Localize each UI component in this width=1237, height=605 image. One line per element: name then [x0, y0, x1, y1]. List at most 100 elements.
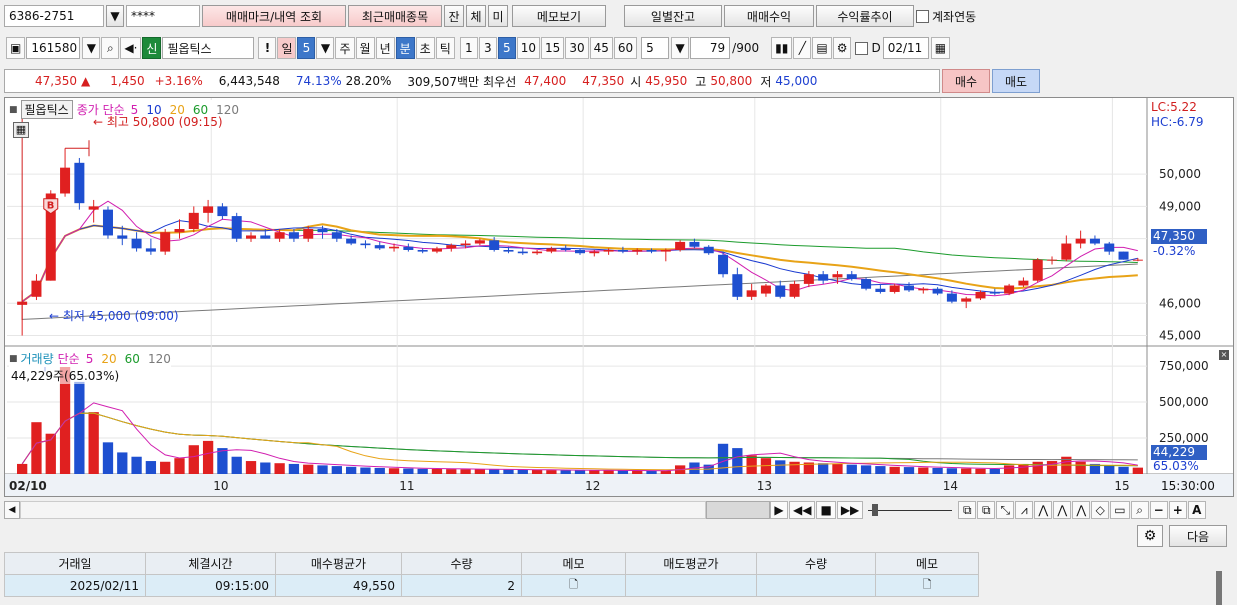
fast-forward-icon[interactable]: ▶▶ — [836, 501, 864, 519]
stock-code-input[interactable]: 161580 — [26, 37, 81, 59]
layout-icon[interactable]: ▣ — [6, 37, 26, 59]
tool-icon-1[interactable]: ⧉ — [958, 501, 977, 519]
tool-icon-3[interactable]: ⤡ — [996, 501, 1015, 519]
period-day-button[interactable]: 일 — [277, 37, 297, 59]
candle-body — [889, 285, 900, 292]
candle-type-icon[interactable]: ▮▮ — [771, 37, 793, 59]
play-icon[interactable]: ▶ — [770, 501, 788, 519]
volume-badge-pct: 65.03% — [1153, 459, 1199, 473]
price-ma-line — [21, 220, 1138, 303]
scroll-thumb[interactable] — [706, 501, 770, 519]
volume-bar — [517, 469, 528, 474]
count-input[interactable]: 79 — [690, 37, 731, 59]
code-dropdown[interactable]: ▼ — [82, 37, 101, 59]
memo-page-icon[interactable]: 🗋 — [923, 578, 932, 591]
trade-mark-button[interactable]: 매매마크/내역 조회 — [202, 5, 346, 27]
tool-icon-6[interactable]: ⋀ — [1053, 501, 1072, 519]
search-tool-icon[interactable]: ⌕ — [1130, 501, 1149, 519]
candle-body — [1004, 285, 1015, 294]
return-trend-button[interactable]: 수익률추이 — [816, 5, 914, 27]
period-month[interactable]: 월 — [355, 37, 375, 59]
zoom-out-icon[interactable]: − — [1149, 501, 1168, 519]
period-dropdown[interactable]: ▼ — [316, 37, 335, 59]
minute-3[interactable]: 3 — [478, 37, 497, 59]
candle-body — [961, 298, 972, 302]
password-input[interactable]: **** — [126, 5, 200, 27]
candle-body — [31, 280, 42, 297]
line-tool-icon[interactable]: ╱ — [793, 37, 812, 59]
scroll-track[interactable] — [20, 501, 706, 519]
tool-icon-8[interactable]: ◇ — [1091, 501, 1110, 519]
minute-5[interactable]: 5 — [497, 37, 516, 59]
tool-icon-2[interactable]: ⧉ — [977, 501, 996, 519]
search-icon[interactable]: ⌕ — [101, 37, 120, 59]
minute-45[interactable]: 45 — [589, 37, 613, 59]
period-value[interactable]: 5 — [297, 37, 316, 59]
minute-15[interactable]: 15 — [541, 37, 565, 59]
scroll-left-button[interactable]: ◀ — [4, 501, 20, 519]
account-link-checkbox[interactable] — [916, 9, 929, 23]
cell-sell-memo[interactable]: 🗋 — [875, 574, 979, 597]
next-button[interactable]: 다음 — [1169, 525, 1227, 547]
account-dropdown[interactable]: ▼ — [106, 5, 124, 27]
interval-select[interactable]: 5 — [641, 37, 670, 59]
recent-items-button[interactable]: 최근매매종목 — [348, 5, 442, 27]
minute-30[interactable]: 30 — [565, 37, 589, 59]
mi-button[interactable]: 미 — [488, 5, 508, 27]
tool-icon-9[interactable]: ▭ — [1110, 501, 1130, 519]
interval-dropdown[interactable]: ▼ — [671, 37, 690, 59]
jan-button[interactable]: 잔 — [444, 5, 464, 27]
col-sell-avg: 매도평균가 — [625, 552, 757, 575]
bottom-scrollbar[interactable] — [1216, 571, 1222, 605]
daily-balance-button[interactable]: 일별잔고 — [624, 5, 722, 27]
period-year[interactable]: 년 — [375, 37, 395, 59]
volume-bar — [131, 456, 142, 474]
tool-icon-5[interactable]: ⋀ — [1034, 501, 1053, 519]
calendar-icon[interactable]: ▦ — [930, 37, 951, 59]
buy-button[interactable]: 매수 — [942, 69, 990, 93]
zoom-in-icon[interactable]: + — [1168, 501, 1187, 519]
trade-profit-button[interactable]: 매매수익 — [724, 5, 814, 27]
memo-add-icon[interactable]: 🗋 — [569, 578, 578, 591]
tool-icon-7[interactable]: ⋀ — [1072, 501, 1091, 519]
period-second[interactable]: 초 — [415, 37, 435, 59]
memo-view-button[interactable]: 메모보기 — [512, 5, 606, 27]
candle-body — [818, 274, 829, 281]
che-button[interactable]: 체 — [466, 5, 486, 27]
sell-button[interactable]: 매도 — [992, 69, 1040, 93]
period-tick[interactable]: 틱 — [435, 37, 455, 59]
save-icon[interactable]: ▤ — [812, 37, 832, 59]
volume-bar — [217, 448, 228, 474]
zoom-fit-icon[interactable]: A — [1187, 501, 1206, 519]
volume-bar — [717, 443, 729, 474]
rewind-icon[interactable]: ◀◀ — [789, 501, 816, 519]
stop-icon[interactable]: ■ — [816, 501, 836, 519]
cell-buy-memo[interactable]: 🗋 — [521, 574, 626, 597]
tool-icon-4[interactable]: ⩘ — [1015, 501, 1034, 519]
volume-bar — [961, 468, 972, 474]
candle-body — [346, 238, 357, 244]
d-checkbox[interactable] — [855, 41, 869, 55]
minute-1[interactable]: 1 — [459, 37, 478, 59]
date-input[interactable]: 02/11 — [882, 37, 929, 59]
alert-icon[interactable]: ! — [258, 37, 277, 59]
chart-scroll-row: ◀ ▶ ◀◀ ■ ▶▶ ⧉ ⧉ ⤡ ⩘ ⋀ ⋀ ⋀ ◇ ▭ ⌕ − + A — [0, 499, 1237, 521]
zoom-slider[interactable] — [868, 501, 953, 519]
bottom-settings-button[interactable]: ⚙ — [1137, 525, 1163, 547]
volume-bar — [889, 466, 900, 474]
minute-60[interactable]: 60 — [613, 37, 638, 59]
chart-area[interactable]: B 50,00049,00048,00046,00045,000750,0005… — [4, 97, 1234, 497]
cell-sell-qty — [756, 574, 876, 597]
candle-body — [1089, 238, 1100, 244]
period-minute[interactable]: 분 — [395, 37, 415, 59]
up-arrow-icon: ▲ — [81, 74, 91, 88]
account-input[interactable]: 6386-2751 — [4, 5, 104, 27]
period-week[interactable]: 주 — [335, 37, 355, 59]
grid-toggle-icon[interactable]: ▦ — [13, 122, 29, 138]
minute-10[interactable]: 10 — [516, 37, 541, 59]
sound-icon[interactable]: ◀· — [120, 37, 142, 59]
settings-gear-icon[interactable]: ⚙ — [832, 37, 852, 59]
volume-panel-close-icon[interactable]: × — [1219, 350, 1229, 360]
table-row[interactable]: 2025/02/11 09:15:00 49,550 2 🗋 🗋 — [4, 574, 979, 597]
chart-svg[interactable]: B 50,00049,00048,00046,00045,000750,0005… — [5, 98, 1233, 496]
